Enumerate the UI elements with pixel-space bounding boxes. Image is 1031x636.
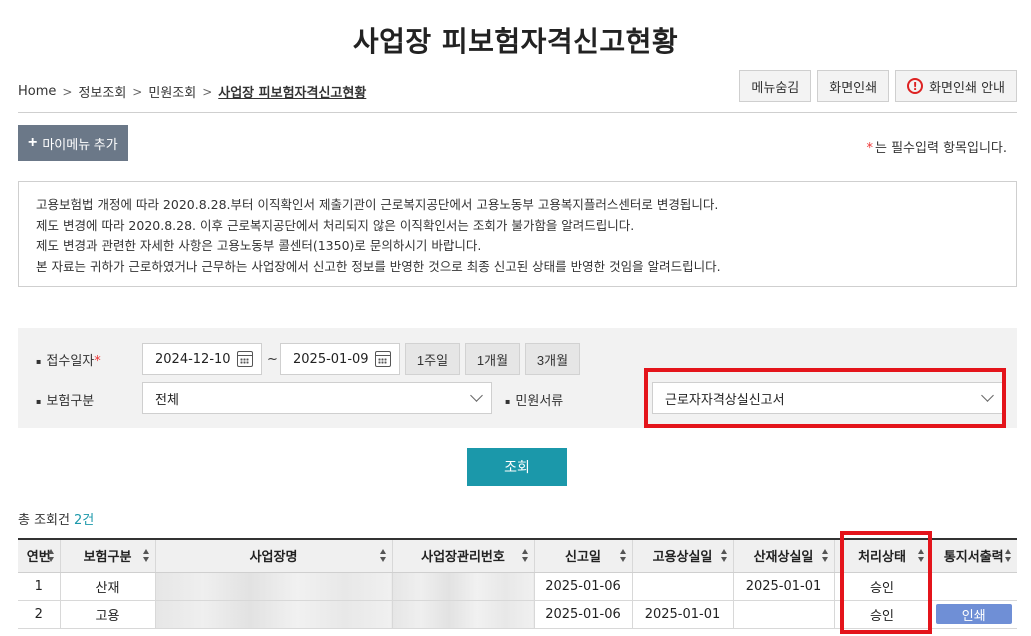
cell-workplace-id-redacted [391, 572, 534, 601]
calendar-icon[interactable] [237, 351, 253, 367]
cell-no: 2 [18, 600, 60, 629]
insurance-type-select[interactable]: 전체 [142, 382, 492, 414]
cell-notice-print: 인쇄 [929, 600, 1017, 629]
required-note-text: 는 필수입력 항목입니다. [875, 141, 1007, 156]
column-header-no[interactable]: 연번 [18, 538, 60, 573]
hide-menu-button[interactable]: 메뉴숨김 [739, 70, 812, 102]
period-3month-button[interactable]: 3개월 [525, 343, 580, 375]
notice-line: 제도 변경에 따라 2020.8.28. 이후 근로복지공단에서 처리되지 않은… [36, 217, 635, 233]
top-button-group: 메뉴숨김 화면인쇄 ! 화면인쇄 안내 [739, 70, 1017, 102]
period-1week-button[interactable]: 1주일 [405, 343, 460, 375]
highlight-box-status [840, 531, 932, 634]
print-guide-button[interactable]: ! 화면인쇄 안내 [895, 70, 1017, 102]
plus-icon: + [28, 134, 38, 151]
print-screen-button[interactable]: 화면인쇄 [817, 70, 890, 102]
bullet-icon: ▪ [36, 357, 42, 366]
cell-report-date: 2025-01-06 [533, 600, 632, 629]
print-guide-label: 화면인쇄 안내 [929, 80, 1005, 96]
notice-box: 고용보험법 개정에 따라 2020.8.28.부터 이직확인서 제출기관이 근로… [18, 181, 1017, 287]
highlight-box-document [644, 368, 1006, 428]
notice-line: 고용보험법 개정에 따라 2020.8.28.부터 이직확인서 제출기관이 근로… [36, 197, 719, 212]
column-header-ind-loss-date[interactable]: 산재상실일 [732, 538, 834, 573]
cell-emp-loss-date [631, 572, 733, 601]
receipt-date-label: ▪ 접수일자* [36, 354, 101, 369]
chevron-right-icon: > [132, 84, 143, 99]
chevron-right-icon: > [202, 84, 213, 99]
column-header-workplace-id[interactable]: 사업장관리번호 [391, 538, 534, 573]
sort-icon[interactable] [1005, 549, 1012, 562]
add-my-menu-button[interactable]: + 마이메뉴 추가 [18, 125, 128, 161]
sort-icon[interactable] [47, 549, 55, 562]
date-to-input[interactable]: 2025-01-09 [280, 343, 400, 375]
date-from-input[interactable]: 2024-12-10 [142, 343, 262, 375]
cell-ind-loss-date: 2025-01-01 [732, 572, 834, 601]
insurance-type-label: ▪ 보험구분 [36, 394, 95, 409]
page-title: 사업장 피보험자격신고현황 [352, 25, 679, 58]
cell-workplace-name-redacted [154, 600, 392, 629]
required-star: * [866, 141, 874, 156]
column-header-insurance[interactable]: 보험구분 [59, 538, 155, 573]
column-header-report-date[interactable]: 신고일 [533, 538, 632, 573]
column-header-workplace-name[interactable]: 사업장명 [154, 538, 392, 573]
cell-workplace-id-redacted [391, 600, 534, 629]
calendar-icon[interactable] [375, 351, 391, 367]
breadcrumb-home[interactable]: Home [18, 84, 56, 99]
cell-no: 1 [18, 572, 60, 601]
document-label: ▪ 민원서류 [505, 394, 564, 409]
column-header-emp-loss-date[interactable]: 고용상실일 [631, 538, 733, 573]
chevron-down-icon [470, 389, 483, 402]
search-button[interactable]: 조회 [467, 448, 567, 486]
sort-icon[interactable] [521, 549, 529, 562]
header-divider [18, 112, 1017, 113]
chevron-right-icon: > [62, 84, 73, 99]
notice-line: 본 자료는 귀하가 근로하였거나 근무하는 사업장에서 신고한 정보를 반영한 … [36, 258, 721, 274]
notice-line: 제도 변경과 관련한 자세한 사항은 고용노동부 콜센터(1350)로 문의하시… [36, 238, 482, 253]
breadcrumb-current[interactable]: 사업장 피보험자격신고현황 [218, 82, 366, 101]
breadcrumb-info[interactable]: 정보조회 [78, 82, 126, 101]
total-count: 총 조회건 2건 [18, 513, 95, 528]
cell-insurance: 고용 [59, 600, 155, 629]
cell-report-date: 2025-01-06 [533, 572, 632, 601]
required-star: * [94, 354, 101, 369]
cell-workplace-name-redacted [154, 572, 392, 601]
bullet-icon: ▪ [36, 397, 42, 406]
date-range-separator: ~ [267, 352, 278, 367]
sort-icon[interactable] [619, 549, 627, 562]
sort-icon[interactable] [379, 549, 387, 562]
cell-notice-print [929, 572, 1017, 601]
period-1month-button[interactable]: 1개월 [465, 343, 520, 375]
bullet-icon: ▪ [505, 397, 511, 406]
print-notice-button[interactable]: 인쇄 [935, 604, 1012, 624]
required-note: * 는 필수입력 항목입니다. [867, 137, 1008, 156]
sort-icon[interactable] [821, 549, 829, 562]
column-header-notice-print[interactable]: 통지서출력 [929, 538, 1017, 573]
add-my-menu-label: 마이메뉴 추가 [42, 136, 118, 152]
cell-emp-loss-date: 2025-01-01 [631, 600, 733, 629]
breadcrumb-civil[interactable]: 민원조회 [148, 82, 196, 101]
cell-ind-loss-date [732, 600, 834, 629]
sort-icon[interactable] [142, 549, 150, 562]
cell-insurance: 산재 [59, 572, 155, 601]
breadcrumb: Home > 정보조회 > 민원조회 > 사업장 피보험자격신고현황 [18, 82, 366, 101]
sort-icon[interactable] [720, 549, 728, 562]
alert-icon: ! [907, 78, 924, 94]
